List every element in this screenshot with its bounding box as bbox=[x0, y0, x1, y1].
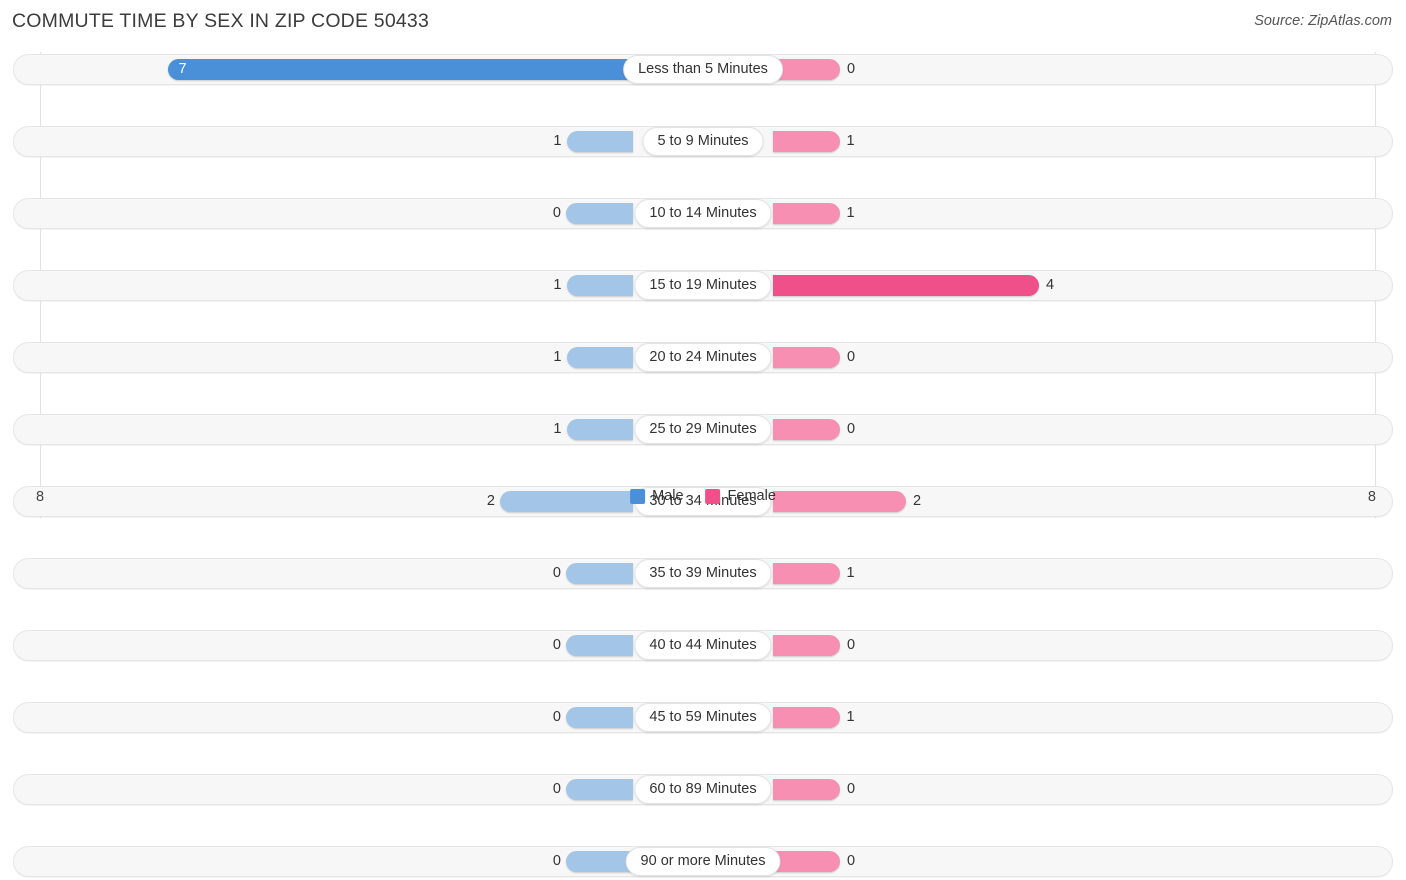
bar-female[interactable] bbox=[773, 779, 840, 800]
value-label-female: 1 bbox=[846, 133, 855, 149]
value-label-male: 0 bbox=[552, 565, 561, 581]
value-label-male: 0 bbox=[552, 781, 561, 797]
bar-female[interactable] bbox=[773, 347, 840, 368]
bar-female[interactable] bbox=[773, 59, 840, 80]
legend-label-male: Male bbox=[652, 488, 684, 504]
bar-male[interactable] bbox=[167, 59, 633, 80]
value-label-male: 0 bbox=[552, 205, 561, 221]
value-label-male: 0 bbox=[552, 853, 561, 869]
value-label-female: 0 bbox=[847, 781, 856, 797]
category-label: 10 to 14 Minutes bbox=[634, 199, 772, 228]
category-label: 15 to 19 Minutes bbox=[634, 271, 772, 300]
chart-row: 0 1 45 to 59 Minutes bbox=[10, 700, 1396, 736]
category-label: 90 or more Minutes bbox=[625, 847, 781, 876]
category-label: 5 to 9 Minutes bbox=[642, 127, 764, 156]
value-label-female: 4 bbox=[1046, 277, 1055, 293]
legend-swatch-male-icon bbox=[630, 488, 646, 504]
category-label: 35 to 39 Minutes bbox=[634, 559, 772, 588]
value-label-male: 1 bbox=[553, 133, 562, 149]
axis-label-right: 8 bbox=[1367, 489, 1376, 505]
bar-male[interactable] bbox=[566, 131, 633, 152]
legend-swatch-female-icon bbox=[705, 488, 721, 504]
value-label-male: 1 bbox=[553, 277, 562, 293]
value-label-female: 1 bbox=[846, 709, 855, 725]
bar-female[interactable] bbox=[773, 419, 840, 440]
axis-label-left: 8 bbox=[36, 489, 45, 505]
value-label-female: 0 bbox=[847, 853, 856, 869]
bar-female[interactable] bbox=[773, 203, 840, 224]
chart-row: 0 1 35 to 39 Minutes bbox=[10, 556, 1396, 592]
bar-female[interactable] bbox=[773, 563, 840, 584]
value-label-male: 1 bbox=[553, 349, 562, 365]
chart-row: 1 0 20 to 24 Minutes bbox=[10, 340, 1396, 376]
chart-row: 7 0 Less than 5 Minutes bbox=[10, 52, 1396, 88]
value-label-female: 0 bbox=[847, 421, 856, 437]
value-label-male: 1 bbox=[553, 421, 562, 437]
chart-row: 0 1 10 to 14 Minutes bbox=[10, 196, 1396, 232]
value-label-male: 0 bbox=[552, 637, 561, 653]
bar-male[interactable] bbox=[566, 707, 633, 728]
value-label-female: 1 bbox=[846, 205, 855, 221]
category-label: 45 to 59 Minutes bbox=[634, 703, 772, 732]
legend-label-female: Female bbox=[727, 488, 776, 504]
source-attribution: Source: ZipAtlas.com bbox=[1254, 13, 1392, 29]
bar-male[interactable] bbox=[566, 635, 633, 656]
bar-male[interactable] bbox=[566, 779, 633, 800]
chart-footer: 8 8 Male Female bbox=[0, 486, 1406, 523]
value-label-female: 0 bbox=[847, 637, 856, 653]
value-label-female: 0 bbox=[847, 349, 856, 365]
page-title: COMMUTE TIME BY SEX IN ZIP CODE 50433 bbox=[12, 10, 430, 32]
legend-item-male[interactable]: Male bbox=[630, 488, 684, 504]
category-label: 25 to 29 Minutes bbox=[634, 415, 772, 444]
bar-male[interactable] bbox=[566, 563, 633, 584]
bar-male[interactable] bbox=[566, 275, 633, 296]
value-label-female: 0 bbox=[847, 61, 856, 77]
bar-female[interactable] bbox=[773, 707, 840, 728]
bar-female[interactable] bbox=[773, 635, 840, 656]
chart-row: 1 4 15 to 19 Minutes bbox=[10, 268, 1396, 304]
legend-item-female[interactable]: Female bbox=[705, 488, 776, 504]
value-label-male: 0 bbox=[552, 709, 561, 725]
category-label: Less than 5 Minutes bbox=[623, 55, 783, 84]
bar-female[interactable] bbox=[773, 275, 1039, 296]
bar-male[interactable] bbox=[566, 419, 633, 440]
category-label: 40 to 44 Minutes bbox=[634, 631, 772, 660]
bar-male[interactable] bbox=[566, 347, 633, 368]
chart-row: 0 0 40 to 44 Minutes bbox=[10, 628, 1396, 664]
bar-female[interactable] bbox=[773, 851, 840, 872]
value-label-male: 7 bbox=[178, 61, 187, 77]
bar-male[interactable] bbox=[566, 851, 633, 872]
value-label-female: 1 bbox=[846, 565, 855, 581]
bar-male[interactable] bbox=[566, 203, 633, 224]
chart-row: 0 0 60 to 89 Minutes bbox=[10, 772, 1396, 808]
chart-row: 0 0 90 or more Minutes bbox=[10, 844, 1396, 880]
chart-header: COMMUTE TIME BY SEX IN ZIP CODE 50433 So… bbox=[0, 0, 1406, 46]
category-label: 20 to 24 Minutes bbox=[634, 343, 772, 372]
category-label: 60 to 89 Minutes bbox=[634, 775, 772, 804]
chart-legend: Male Female bbox=[630, 488, 776, 504]
bar-female[interactable] bbox=[773, 131, 840, 152]
chart-row: 1 0 25 to 29 Minutes bbox=[10, 412, 1396, 448]
chart-plot-area: 7 0 Less than 5 Minutes 1 1 5 to 9 Minutes 0 1 1… bbox=[10, 52, 1396, 877]
chart-row: 1 1 5 to 9 Minutes bbox=[10, 124, 1396, 160]
